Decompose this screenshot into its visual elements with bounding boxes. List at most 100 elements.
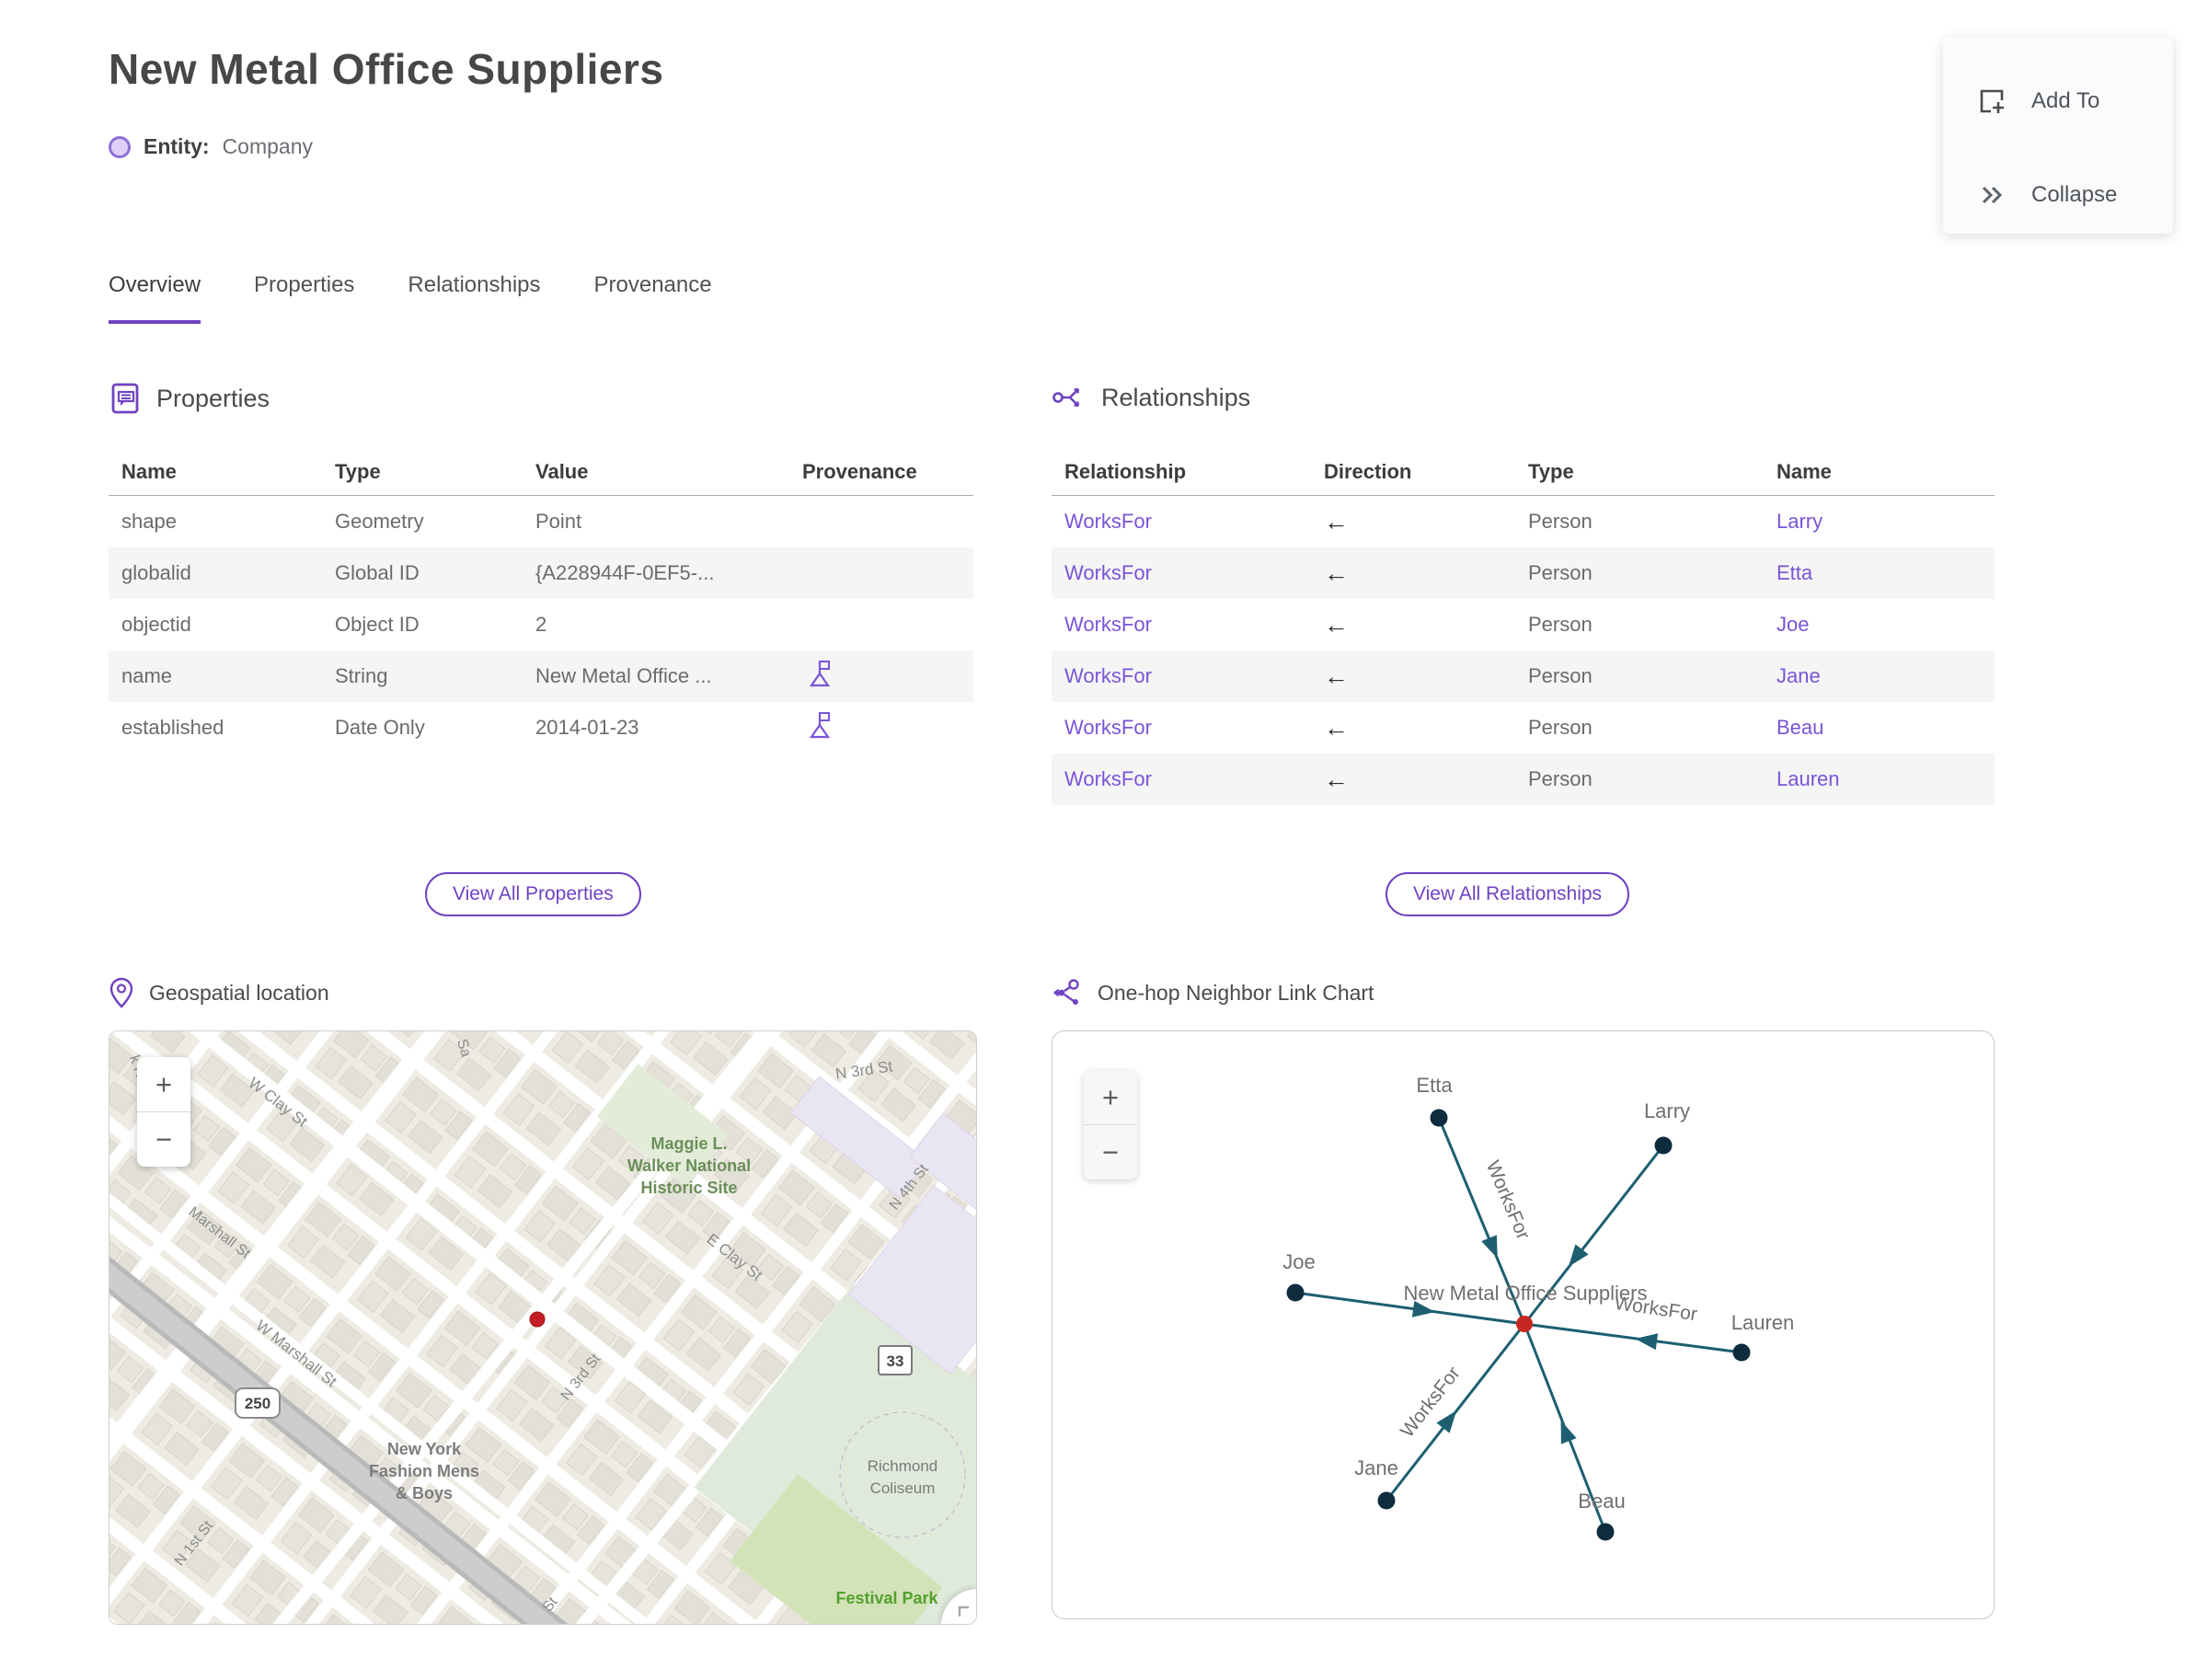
col-type: Type <box>335 460 381 483</box>
entity-link[interactable]: Larry <box>1764 510 1995 534</box>
map-zoom-out-button[interactable]: − <box>137 1111 190 1167</box>
prop-value: 2 <box>535 613 547 636</box>
node-larry[interactable] <box>1654 1136 1673 1155</box>
poi-label: Coliseum <box>870 1479 936 1497</box>
page-title: New Metal Office Suppliers <box>109 45 664 93</box>
map-canvas[interactable]: k Rd W Clay St Sa N 3rd St N 4th St Mars… <box>109 1030 977 1625</box>
node-lauren[interactable] <box>1732 1343 1751 1362</box>
prop-name: name <box>121 664 173 687</box>
col-name: Name <box>121 460 177 483</box>
prop-value: Point <box>535 510 582 533</box>
relationships-table-header: Relationship Direction Type Name <box>1052 449 1995 496</box>
provenance-flag-icon[interactable] <box>789 710 973 745</box>
node-joe[interactable] <box>1286 1283 1305 1302</box>
poi-label: New York <box>387 1440 462 1458</box>
node-jane[interactable] <box>1377 1491 1396 1510</box>
relationship-link[interactable]: WorksFor <box>1052 510 1311 534</box>
prop-type: Global ID <box>335 561 420 584</box>
prop-type: Geometry <box>335 510 424 533</box>
table-row: WorksFor ← Person Larry <box>1052 496 1995 547</box>
table-row: WorksFor ← Person Lauren <box>1052 754 1995 805</box>
relationship-link[interactable]: WorksFor <box>1052 716 1311 740</box>
table-row: shape Geometry Point <box>109 496 973 547</box>
link-chart-canvas[interactable]: WorksFor WorksFor WorksFor Etta Larry Jo… <box>1052 1030 1995 1619</box>
poi-label: Walker National <box>627 1156 751 1175</box>
relationship-link[interactable]: WorksFor <box>1052 561 1311 585</box>
node-label: Etta <box>1416 1074 1453 1097</box>
col-direction: Direction <box>1324 460 1412 483</box>
properties-section-title: Properties <box>156 384 270 412</box>
prop-name: objectid <box>121 613 191 636</box>
tab-overview[interactable]: Overview <box>109 272 201 324</box>
entity-link[interactable]: Beau <box>1764 716 1995 740</box>
link-chart-graph: WorksFor WorksFor WorksFor Etta Larry Jo… <box>1282 1074 1794 1541</box>
relationship-link[interactable]: WorksFor <box>1052 613 1311 637</box>
relationships-section-header: Relationships <box>1052 381 1250 414</box>
add-to-label: Add To <box>2031 88 2100 113</box>
map-zoom-in-button[interactable]: + <box>137 1057 190 1111</box>
entity-detail-page: New Metal Office Suppliers Entity: Compa… <box>0 0 2208 1680</box>
tab-relationships[interactable]: Relationships <box>408 272 540 324</box>
rel-type: Person <box>1528 510 1593 533</box>
table-row: WorksFor ← Person Beau <box>1052 702 1995 754</box>
node-label: Jane <box>1354 1456 1398 1479</box>
node-label: Larry <box>1644 1099 1690 1122</box>
table-row: WorksFor ← Person Joe <box>1052 599 1995 650</box>
entity-link[interactable]: Lauren <box>1764 767 1995 791</box>
node-etta[interactable] <box>1430 1109 1448 1127</box>
col-name: Name <box>1777 460 1832 483</box>
direction-arrow: ← <box>1324 662 1349 690</box>
relationships-icon <box>1052 381 1087 414</box>
relationship-link[interactable]: WorksFor <box>1052 767 1311 791</box>
properties-table-header: Name Type Value Provenance <box>109 449 973 496</box>
properties-table: Name Type Value Provenance shape Geometr… <box>109 449 973 754</box>
direction-arrow: ← <box>1324 507 1349 535</box>
table-row: WorksFor ← Person Jane <box>1052 650 1995 702</box>
col-relationship: Relationship <box>1064 460 1187 483</box>
edge-arrowheads <box>1411 1235 1659 1444</box>
double-chevron-right-icon <box>1976 181 2007 209</box>
direction-arrow: ← <box>1324 765 1349 793</box>
map-zoom-control: + − <box>137 1057 190 1167</box>
linkchart-section-header: One-hop Neighbor Link Chart <box>1052 977 1374 1008</box>
prop-type: Object ID <box>335 613 420 636</box>
chart-zoom-out-button[interactable]: − <box>1084 1124 1137 1179</box>
relationship-link[interactable]: WorksFor <box>1052 664 1311 688</box>
rel-type: Person <box>1528 767 1593 790</box>
geospatial-section-title: Geospatial location <box>149 980 329 1005</box>
rel-type: Person <box>1528 561 1593 584</box>
linkchart-section-title: One-hop Neighbor Link Chart <box>1098 980 1374 1005</box>
collapse-button[interactable]: Collapse <box>1976 175 2117 215</box>
node-beau[interactable] <box>1596 1523 1615 1541</box>
tab-properties[interactable]: Properties <box>254 272 354 324</box>
table-row: WorksFor ← Person Etta <box>1052 547 1995 599</box>
view-all-relationships-button[interactable]: View All Relationships <box>1386 872 1630 916</box>
tab-provenance[interactable]: Provenance <box>594 272 712 324</box>
link-chart-icon <box>1052 977 1083 1008</box>
chart-zoom-in-button[interactable]: + <box>1084 1070 1137 1124</box>
rel-type: Person <box>1528 613 1593 636</box>
poi-label: Festival Park <box>835 1589 938 1607</box>
node-center-entity[interactable] <box>1516 1316 1533 1332</box>
node-label: Beau <box>1578 1490 1625 1513</box>
chart-zoom-control: + − <box>1084 1070 1137 1179</box>
node-label: Joe <box>1282 1250 1315 1273</box>
poi-label: Historic Site <box>640 1179 737 1197</box>
add-to-button[interactable]: Add To <box>1976 81 2099 121</box>
entity-link[interactable]: Etta <box>1764 561 1995 585</box>
properties-icon <box>109 381 142 416</box>
route-shield-33: 33 <box>878 1345 913 1375</box>
entity-link[interactable]: Jane <box>1764 664 1995 688</box>
provenance-flag-icon[interactable] <box>789 659 973 694</box>
col-value: Value <box>535 460 589 483</box>
edge-label: WorksFor <box>1482 1157 1535 1242</box>
relationships-table: Relationship Direction Type Name WorksFo… <box>1052 449 1995 805</box>
relationships-section-title: Relationships <box>1101 383 1251 411</box>
svg-text:33: 33 <box>887 1352 904 1370</box>
prop-name: established <box>121 716 224 739</box>
tab-bar: Overview Properties Relationships Proven… <box>109 272 712 324</box>
entity-location-marker[interactable] <box>529 1311 546 1328</box>
view-all-properties-button[interactable]: View All Properties <box>425 872 641 916</box>
basemap: k Rd W Clay St Sa N 3rd St N 4th St Mars… <box>109 1031 976 1624</box>
entity-link[interactable]: Joe <box>1764 613 1995 637</box>
